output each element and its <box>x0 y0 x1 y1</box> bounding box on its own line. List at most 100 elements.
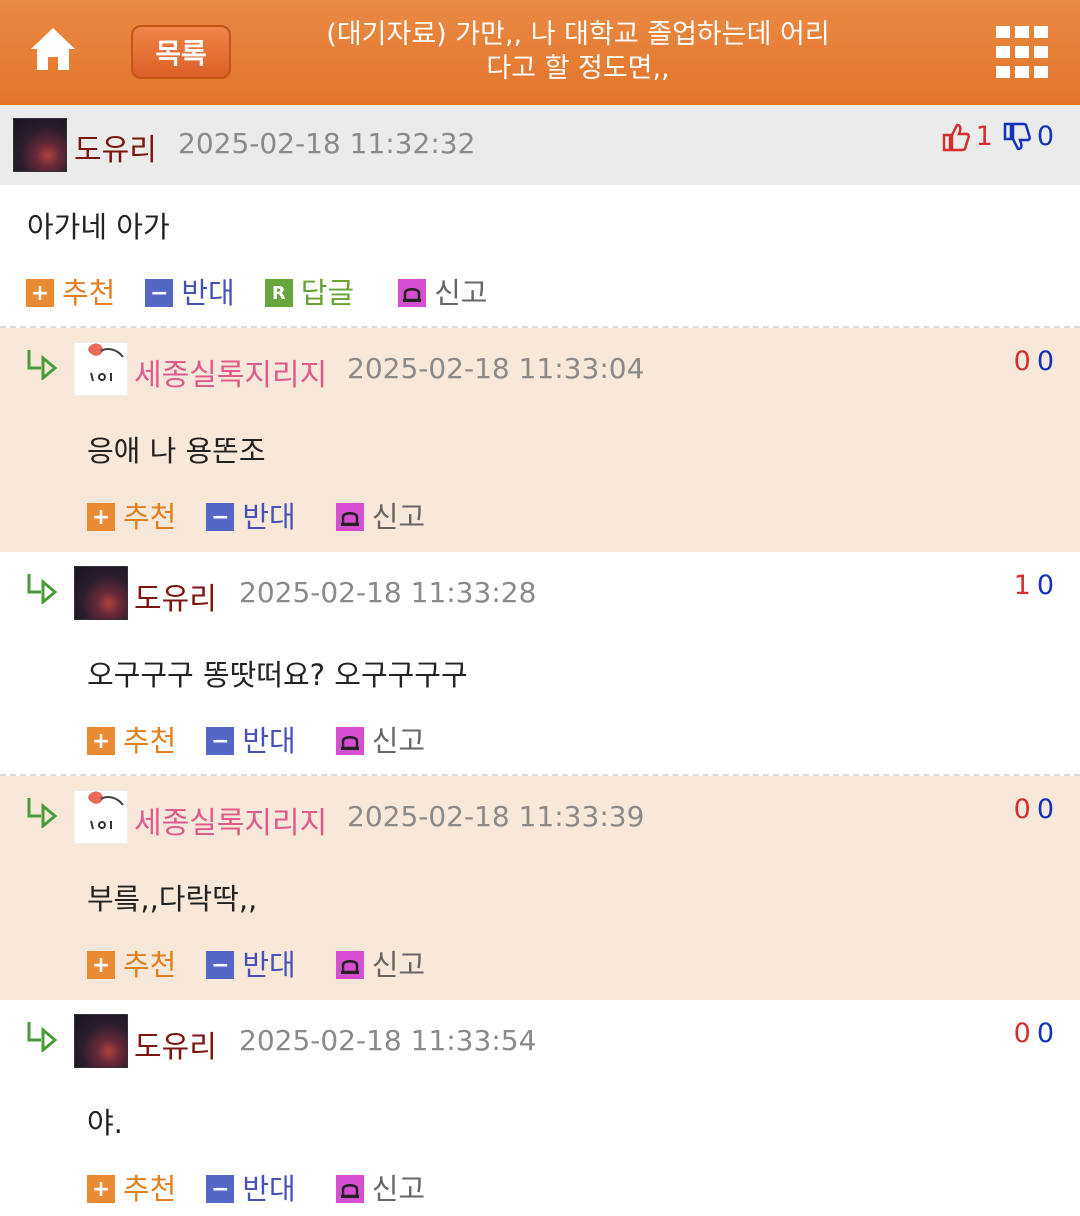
title-line-2: 다고 할 정도면,, <box>486 53 670 84</box>
comment-actions: + 추천 − 반대 신고 <box>87 718 455 760</box>
plus-icon: + <box>87 727 115 755</box>
title-line-1: (대기자료) 가만,, 나 대학교 졸업하는데 어리 <box>326 19 830 50</box>
list-button[interactable]: 목록 <box>131 25 231 79</box>
reply-button[interactable]: R 답글 <box>264 270 355 312</box>
recommend-button[interactable]: + 추천 <box>87 494 176 536</box>
comment-up-count: 0 <box>1013 794 1031 825</box>
comment-item: 세종실록지리지 2025-02-18 11:33:39 0 0 부릌,,다락딱,… <box>0 776 1080 1000</box>
oppose-label: 반대 <box>242 948 296 982</box>
avatar[interactable] <box>74 790 128 844</box>
thumbs-down-icon <box>1003 122 1031 150</box>
top-bar: 목록 (대기자료) 가만,, 나 대학교 졸업하는데 어리 다고 할 정도면,, <box>0 0 1080 105</box>
siren-icon <box>335 951 364 979</box>
recommend-label: 추천 <box>123 948 177 982</box>
avatar[interactable] <box>74 1014 128 1068</box>
home-icon[interactable] <box>28 24 78 76</box>
report-button[interactable]: 신고 <box>335 1166 426 1208</box>
oppose-label: 반대 <box>181 276 235 310</box>
plus-icon: + <box>87 503 115 531</box>
post-votes: 1 0 <box>942 121 1054 152</box>
report-button[interactable]: 신고 <box>335 942 426 984</box>
recommend-button[interactable]: + 추천 <box>26 270 115 312</box>
oppose-label: 반대 <box>242 1172 296 1206</box>
reply-icon: R <box>264 279 293 307</box>
avatar[interactable] <box>74 342 128 396</box>
comment-author[interactable]: 도유리 <box>134 1022 217 1066</box>
comment-votes: 1 0 <box>1014 570 1054 601</box>
avatar[interactable] <box>74 566 128 620</box>
minus-icon: − <box>206 1175 235 1203</box>
report-label: 신고 <box>371 724 426 758</box>
post-down-count: 0 <box>1036 121 1054 152</box>
minus-icon: − <box>206 503 235 531</box>
post-body: 아가네 아가 <box>27 210 170 244</box>
recommend-label: 추천 <box>123 1172 177 1206</box>
comment-down-count: 0 <box>1036 570 1054 601</box>
grid-menu-icon[interactable] <box>994 24 1050 80</box>
recommend-label: 추천 <box>62 276 116 310</box>
thumbs-up-icon <box>942 123 970 151</box>
comment-body: 오구구구 똥땃떠요? 오구구구구 <box>87 658 468 692</box>
recommend-button[interactable]: + 추천 <box>87 1166 176 1208</box>
reply-label: 답글 <box>300 276 355 310</box>
oppose-button[interactable]: − 반대 <box>206 1166 296 1208</box>
comment-actions: + 추천 − 반대 신고 <box>87 1166 455 1208</box>
avatar[interactable] <box>13 118 67 172</box>
comment-up-count: 1 <box>1013 570 1031 601</box>
report-button[interactable]: 신고 <box>398 270 488 312</box>
reply-arrow-icon <box>27 1022 58 1052</box>
comment-author[interactable]: 세종실록지리지 <box>134 798 327 842</box>
plus-icon: + <box>26 279 54 307</box>
comment-actions: + 추천 − 반대 신고 <box>87 494 455 536</box>
post-header: 도유리 2025-02-18 11:32:32 1 0 <box>0 105 1080 185</box>
comment-timestamp: 2025-02-18 11:33:28 <box>239 576 537 609</box>
post-timestamp: 2025-02-18 11:32:32 <box>178 127 476 160</box>
recommend-label: 추천 <box>123 724 177 758</box>
recommend-label: 추천 <box>123 500 177 534</box>
oppose-button[interactable]: − 반대 <box>145 270 235 312</box>
reply-arrow-icon <box>27 574 58 604</box>
comment-votes: 0 0 <box>1014 794 1054 825</box>
comment-down-count: 0 <box>1036 346 1054 377</box>
siren-icon <box>335 503 364 531</box>
oppose-button[interactable]: − 반대 <box>206 494 296 536</box>
reply-arrow-icon <box>27 350 58 380</box>
comment-body: 응애 나 용똔조 <box>87 434 266 468</box>
report-label: 신고 <box>371 948 426 982</box>
post-author[interactable]: 도유리 <box>74 125 157 169</box>
report-button[interactable]: 신고 <box>335 718 426 760</box>
plus-icon: + <box>87 1175 115 1203</box>
comment-item: 도유리 2025-02-18 11:33:54 0 0 야. + 추천 − 반대 신… <box>0 1000 1080 1216</box>
siren-icon <box>335 727 364 755</box>
oppose-button[interactable]: − 반대 <box>206 942 296 984</box>
post-actions: + 추천 − 반대 R 답글 신고 <box>26 270 518 312</box>
comment-down-count: 0 <box>1036 1018 1054 1049</box>
siren-icon <box>335 1175 364 1203</box>
reply-arrow-icon <box>27 798 58 828</box>
comment-timestamp: 2025-02-18 11:33:39 <box>347 800 645 833</box>
oppose-label: 반대 <box>242 500 296 534</box>
comment-down-count: 0 <box>1036 794 1054 825</box>
oppose-label: 반대 <box>242 724 296 758</box>
comment-up-count: 0 <box>1013 346 1031 377</box>
oppose-button[interactable]: − 반대 <box>206 718 296 760</box>
report-label: 신고 <box>371 500 426 534</box>
comment-author[interactable]: 세종실록지리지 <box>134 350 327 394</box>
comment-up-count: 0 <box>1013 1018 1031 1049</box>
report-label: 신고 <box>371 1172 426 1206</box>
comment-item: 도유리 2025-02-18 11:33:28 1 0 오구구구 똥땃떠요? 오… <box>0 552 1080 776</box>
report-label: 신고 <box>434 276 488 310</box>
recommend-button[interactable]: + 추천 <box>87 942 176 984</box>
page-title: (대기자료) 가만,, 나 대학교 졸업하는데 어리 다고 할 정도면,, <box>300 18 856 86</box>
recommend-button[interactable]: + 추천 <box>87 718 176 760</box>
plus-icon: + <box>87 951 115 979</box>
comment-votes: 0 0 <box>1014 1018 1054 1049</box>
comment-author[interactable]: 도유리 <box>134 574 217 618</box>
siren-icon <box>398 279 427 307</box>
comment-timestamp: 2025-02-18 11:33:04 <box>347 352 645 385</box>
minus-icon: − <box>145 279 174 307</box>
report-button[interactable]: 신고 <box>335 494 426 536</box>
post-up-count: 1 <box>975 121 993 152</box>
comment-votes: 0 0 <box>1014 346 1054 377</box>
comment-actions: + 추천 − 반대 신고 <box>87 942 455 984</box>
